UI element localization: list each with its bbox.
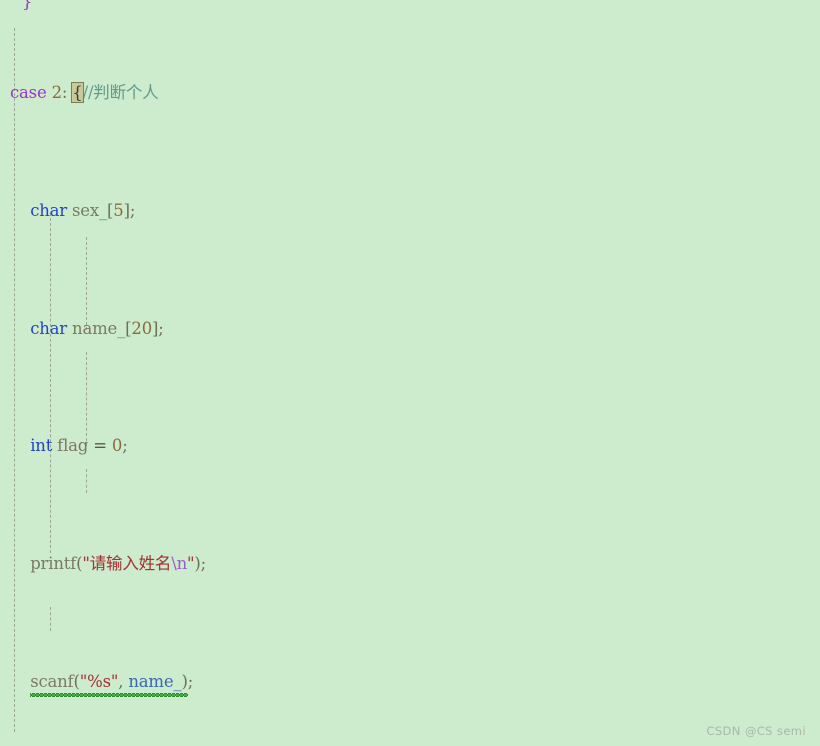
code-line[interactable]: char sex_[5];	[0, 199, 820, 223]
code-line[interactable]: case 2: {//判断个人	[0, 81, 820, 105]
token-string: "请输入姓名	[82, 554, 172, 574]
token-function: printf	[30, 554, 77, 574]
token-type: char	[30, 200, 67, 220]
token-identifier: name_	[72, 318, 126, 338]
error-squiggle-scanf-name[interactable]: scanf("%s", name_)	[30, 670, 188, 697]
token-function: scanf	[30, 671, 74, 691]
code-content[interactable]: case 2: {//判断个人 char sex_[5]; char name_…	[0, 0, 820, 746]
token-identifier: sex_	[72, 200, 108, 220]
code-line[interactable]: char name_[20];	[0, 317, 820, 341]
token-type: int	[30, 436, 53, 456]
token-keyword: case	[10, 83, 47, 103]
token-type: char	[30, 318, 67, 338]
token-string: "%s"	[79, 671, 119, 691]
token-identifier: flag	[57, 436, 89, 456]
matching-brace-open: {	[71, 82, 84, 104]
token-number: 2	[51, 83, 63, 103]
code-editor-pane[interactable]: } case 2: {//判断个人 char sex_[5]; char nam…	[0, 0, 820, 746]
token-variable: name_	[128, 671, 182, 691]
token-comment: //判断个人	[82, 83, 159, 103]
token-escape: \n	[171, 554, 188, 574]
code-line[interactable]: int flag = 0;	[0, 434, 820, 458]
code-line[interactable]: printf("请输入姓名\n");	[0, 552, 820, 576]
csdn-watermark: CSDN @CS semi	[706, 724, 806, 738]
code-line[interactable]: scanf("%s", name_);	[0, 670, 820, 697]
